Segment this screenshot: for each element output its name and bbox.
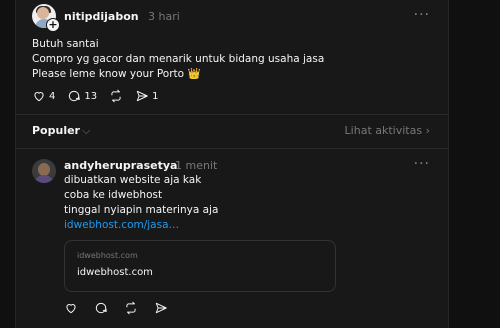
- more-options-icon[interactable]: ···: [414, 7, 430, 23]
- reply-link[interactable]: idwebhost.com/jasa…: [64, 218, 179, 233]
- preview-domain: idwebhost.com: [77, 251, 138, 260]
- thread-card: + nitipdijabon 3 hari ··· Butuh santai C…: [15, 0, 449, 328]
- preview-title: idwebhost.com: [77, 267, 153, 278]
- post-time: 3 hari: [148, 10, 180, 23]
- post-username[interactable]: nitipdijabon: [64, 10, 139, 23]
- more-options-icon[interactable]: ···: [414, 156, 430, 172]
- like-button[interactable]: [64, 301, 78, 315]
- comment-icon: [95, 302, 107, 314]
- link-preview-card[interactable]: idwebhost.com idwebhost.com: [64, 240, 336, 292]
- comment-button[interactable]: [94, 301, 108, 315]
- reply-username[interactable]: andyheruprasetya: [64, 159, 177, 172]
- sort-label: Populer: [32, 124, 80, 137]
- chevron-down-icon: ⌵: [81, 124, 91, 137]
- reply-text-line: dibuatkan website aja kak: [64, 174, 202, 186]
- like-count: 4: [49, 90, 56, 102]
- post-text-line: Please leme know your Porto 👑: [32, 68, 201, 80]
- divider: [16, 114, 448, 115]
- reply-actions: [64, 301, 180, 315]
- sort-dropdown[interactable]: Populer ⌵: [32, 124, 90, 138]
- repost-icon: [126, 301, 136, 315]
- heart-icon: [66, 304, 76, 314]
- reply-text-line: coba ke idwebhost: [64, 189, 163, 201]
- post-text-line: Butuh santai: [32, 38, 99, 50]
- chevron-right-icon: ›: [425, 124, 430, 137]
- share-button[interactable]: 1: [135, 89, 158, 103]
- share-button[interactable]: [154, 301, 168, 315]
- follow-plus-icon[interactable]: +: [46, 18, 60, 32]
- view-activity-link[interactable]: Lihat aktivitas ›: [345, 124, 430, 137]
- avatar[interactable]: [32, 159, 56, 183]
- reply-time: 1 menit: [175, 159, 218, 172]
- share-count: 1: [152, 90, 159, 102]
- share-icon: [155, 302, 167, 314]
- reply-text-line: tinggal nyiapin materinya aja: [64, 204, 219, 216]
- heart-icon: [34, 92, 44, 102]
- post-actions: 4 13 1: [32, 89, 170, 103]
- comment-count: 13: [84, 90, 98, 102]
- like-button[interactable]: 4: [32, 89, 55, 103]
- crown-emoji-icon: 👑: [187, 68, 201, 80]
- replies-section-bar: Populer ⌵ Lihat aktivitas ›: [16, 116, 448, 146]
- post-text-line: Compro yg gacor dan menarik untuk bidang…: [32, 53, 325, 65]
- comment-button[interactable]: 13: [67, 89, 97, 103]
- share-icon: [136, 90, 148, 102]
- repost-button[interactable]: [109, 89, 123, 103]
- divider: [16, 148, 448, 149]
- repost-icon: [111, 89, 121, 103]
- repost-button[interactable]: [124, 301, 138, 315]
- comment-icon: [69, 90, 81, 102]
